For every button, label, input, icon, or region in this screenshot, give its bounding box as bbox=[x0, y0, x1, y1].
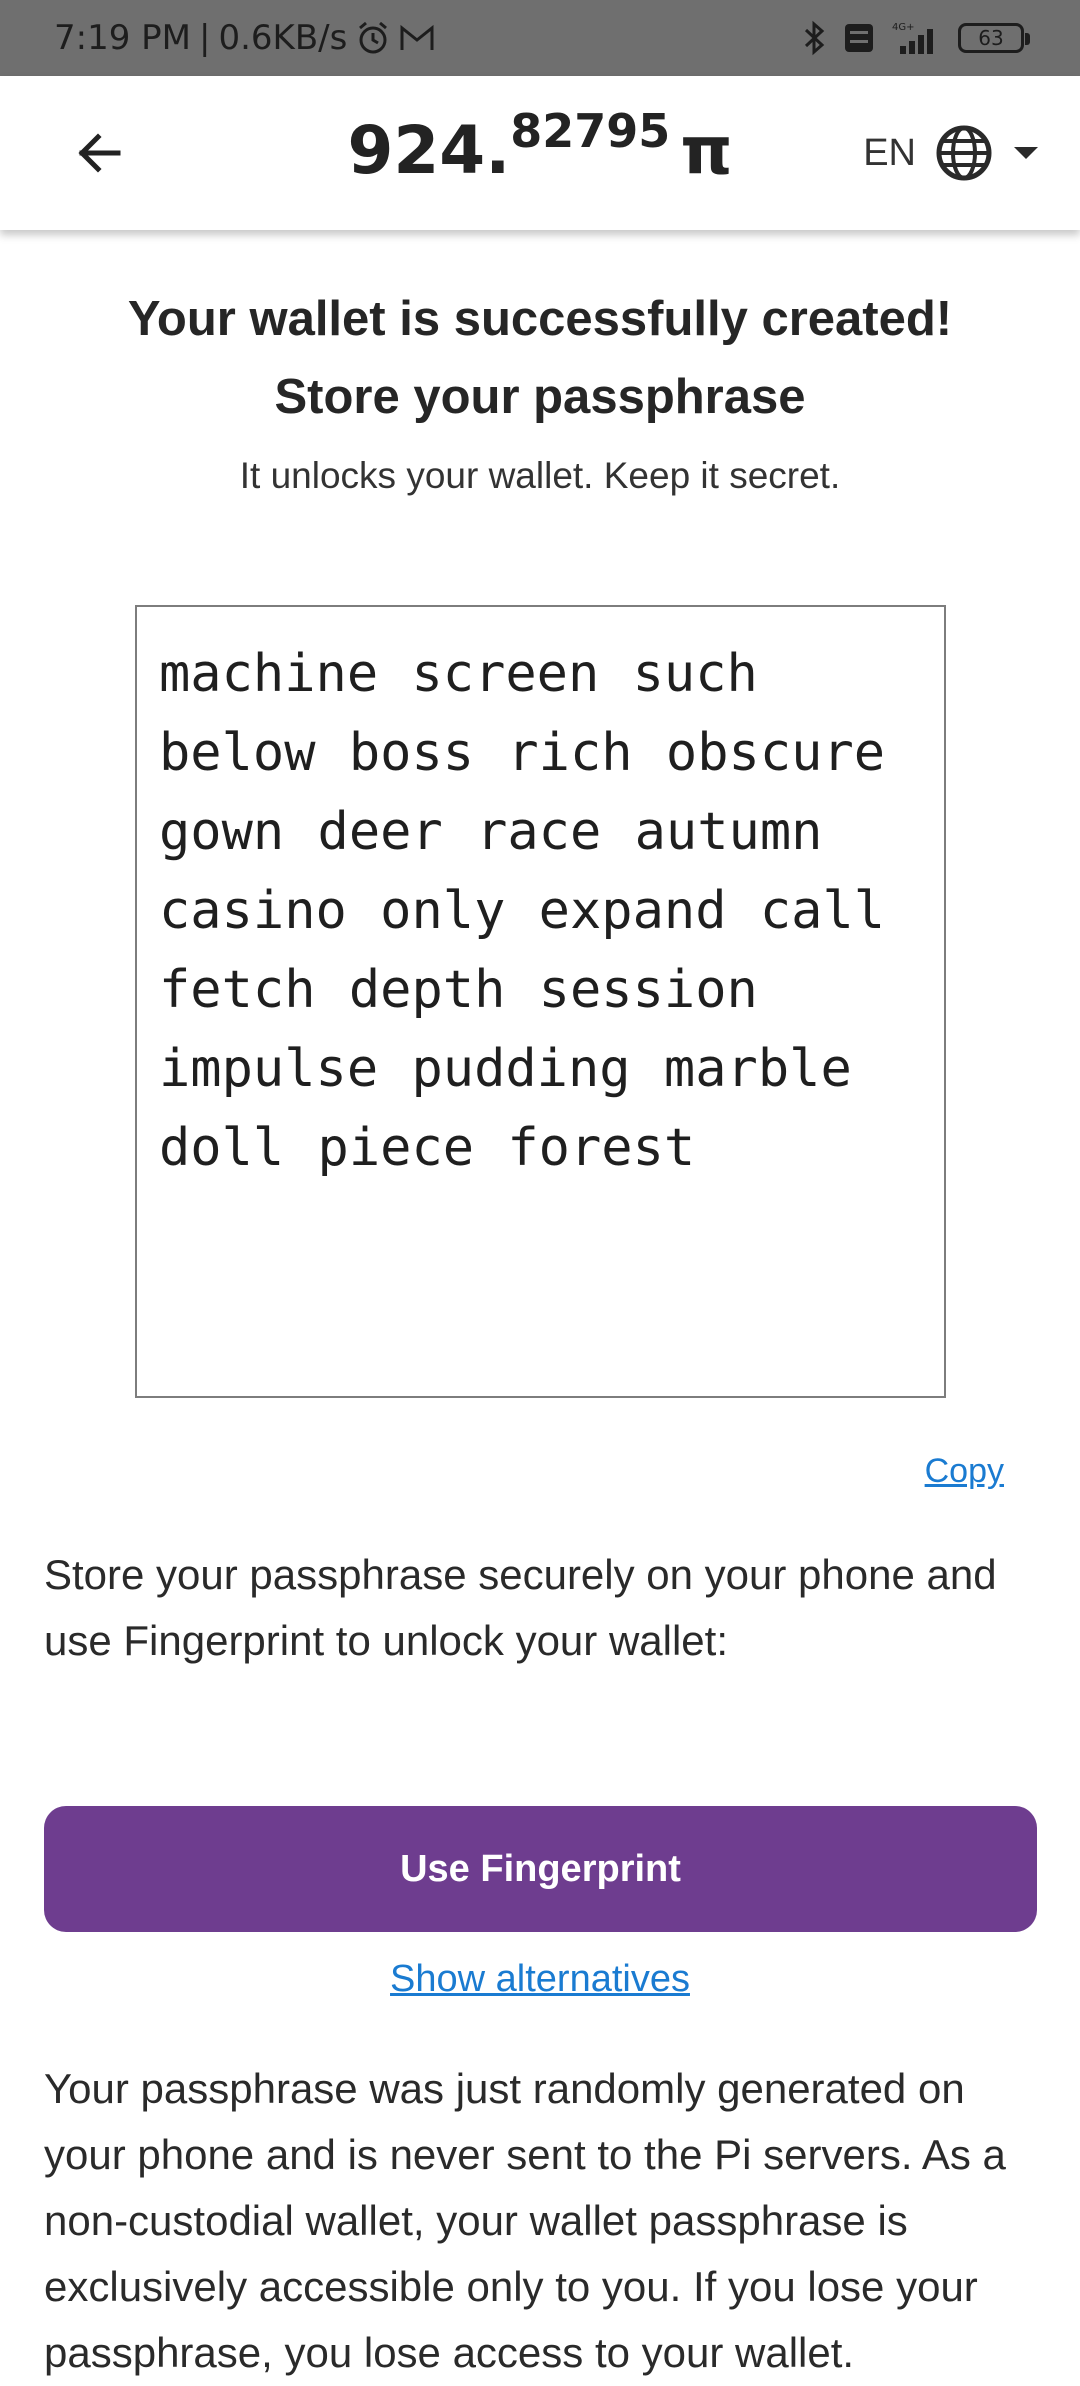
app-bar: 924.82795 π EN bbox=[0, 76, 1080, 230]
use-fingerprint-label: Use Fingerprint bbox=[400, 1847, 681, 1890]
battery-level: 63 bbox=[978, 26, 1004, 50]
balance-fraction: 82795 bbox=[510, 104, 671, 158]
store-instructions: Store your passphrase securely on your p… bbox=[44, 1551, 997, 1664]
language-selector[interactable]: EN bbox=[863, 120, 1040, 186]
bluetooth-icon bbox=[800, 20, 828, 56]
use-fingerprint-button[interactable]: Use Fingerprint bbox=[44, 1806, 1037, 1932]
pi-symbol: π bbox=[680, 112, 733, 189]
status-bar: 7:19 PM | 0.6KB/s 4G+ 63 bbox=[0, 0, 1080, 76]
status-time: 7:19 PM bbox=[54, 18, 191, 58]
alarm-icon bbox=[355, 20, 391, 56]
status-left: 7:19 PM | 0.6KB/s bbox=[54, 18, 435, 58]
signal-icon: 4G+ bbox=[890, 20, 942, 56]
gmail-icon bbox=[399, 23, 435, 53]
heading-subtitle: Store your passphrase bbox=[274, 370, 806, 424]
status-separator: | bbox=[199, 18, 211, 58]
volte-icon bbox=[844, 23, 874, 53]
copy-link[interactable]: Copy bbox=[925, 1452, 1004, 1491]
subheading: It unlocks your wallet. Keep it secret. bbox=[239, 455, 841, 496]
passphrase-textbox[interactable]: machine screen such below boss rich obsc… bbox=[135, 605, 946, 1398]
globe-icon bbox=[936, 125, 992, 181]
show-alternatives-link[interactable]: Show alternatives bbox=[0, 1958, 1080, 2001]
network-label: 4G+ bbox=[892, 22, 915, 33]
passphrase-info: Your passphrase was just randomly genera… bbox=[44, 2065, 1006, 2376]
balance-integer: 924. bbox=[347, 112, 511, 189]
chevron-down-icon bbox=[1014, 147, 1038, 159]
language-code: EN bbox=[863, 131, 916, 174]
heading-title: Your wallet is successfully created! bbox=[127, 292, 953, 346]
battery-icon: 63 bbox=[958, 23, 1030, 53]
page-heading: Your wallet is successfully created! Sto… bbox=[0, 280, 1080, 436]
status-speed: 0.6KB/s bbox=[218, 18, 348, 58]
status-right: 4G+ 63 bbox=[800, 20, 1030, 56]
